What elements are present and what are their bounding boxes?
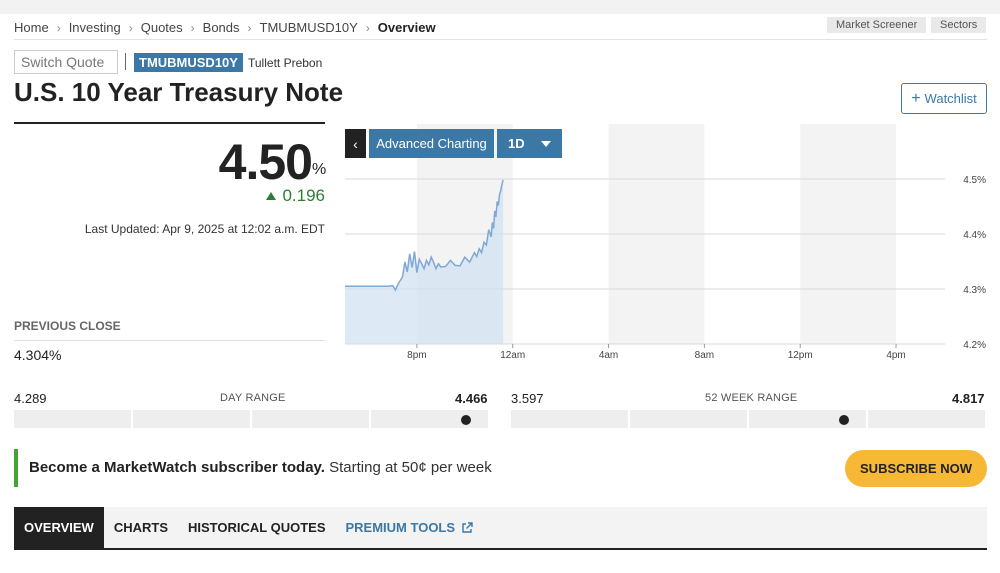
current-price: 4.50: [218, 134, 313, 190]
previous-close-label: PREVIOUS CLOSE: [14, 319, 121, 333]
day-range-high: 4.466: [455, 391, 488, 406]
divider: [14, 122, 325, 124]
price-chart[interactable]: 4.5% 4.4% 4.3% 4.2% 8pm 12am 4am 8am 12pm 4pm: [345, 124, 986, 364]
watchlist-label: Watchlist: [924, 91, 977, 106]
market-screener-link[interactable]: Market Screener: [827, 17, 927, 33]
tab-overview[interactable]: OVERVIEW: [14, 507, 104, 548]
tab-charts[interactable]: CHARTS: [104, 507, 178, 548]
divider: [14, 340, 325, 341]
interval-select[interactable]: 1D: [497, 129, 562, 158]
week52-range-low: 3.597: [511, 391, 544, 406]
day-range-label: DAY RANGE: [220, 392, 286, 404]
external-link-icon: [462, 521, 473, 533]
breadcrumb-home[interactable]: Home: [14, 20, 49, 35]
y-tick-label: 4.3%: [963, 285, 986, 296]
promo-subtext: Starting at 50¢ per week: [324, 459, 492, 476]
chevron-right-icon: ›: [56, 20, 61, 35]
sectors-link[interactable]: Sectors: [931, 17, 987, 33]
price-unit: %: [312, 161, 327, 178]
x-tick-label: 4pm: [886, 350, 905, 361]
interval-value: 1D: [508, 136, 525, 151]
price-change: 0.196: [266, 186, 325, 206]
y-tick-label: 4.4%: [963, 230, 986, 241]
breadcrumb-bonds[interactable]: Bonds: [203, 20, 240, 35]
chevron-right-icon: ›: [247, 20, 252, 35]
breadcrumb-quotes[interactable]: Quotes: [141, 20, 183, 35]
ticker-badge: TMUBMUSD10Y: [134, 53, 243, 72]
x-tick-label: 12am: [500, 350, 525, 361]
watchlist-button[interactable]: + Watchlist: [901, 83, 987, 114]
week52-range-label: 52 WEEK RANGE: [705, 392, 798, 404]
tab-premium-tools[interactable]: PREMIUM TOOLS: [336, 507, 484, 548]
divider: [125, 53, 126, 70]
data-source: Tullett Prebon: [248, 56, 323, 70]
chevron-left-icon[interactable]: ‹: [345, 129, 366, 158]
chevron-right-icon: ›: [365, 20, 370, 35]
promo-headline: Become a MarketWatch subscriber today.: [29, 459, 325, 476]
price-change-value: 0.196: [282, 186, 325, 205]
promo-accent: [14, 449, 18, 487]
tab-historical-quotes[interactable]: HISTORICAL QUOTES: [178, 507, 335, 548]
last-updated: Last Updated: Apr 9, 2025 at 12:02 a.m. …: [84, 222, 325, 236]
subscribe-button[interactable]: SUBSCRIBE NOW: [845, 450, 987, 487]
breadcrumb-investing[interactable]: Investing: [69, 20, 121, 35]
quote-tabs: OVERVIEW CHARTS HISTORICAL QUOTES PREMIU…: [14, 507, 987, 550]
x-tick-label: 8pm: [407, 350, 426, 361]
week52-range-high: 4.817: [952, 391, 985, 406]
caret-down-icon: [541, 141, 551, 147]
y-tick-label: 4.5%: [963, 175, 986, 186]
week52-range-bar: [511, 410, 987, 428]
promo-text: Become a MarketWatch subscriber today. S…: [29, 459, 492, 476]
divider: [14, 39, 987, 40]
switch-quote-input[interactable]: Switch Quote: [14, 50, 118, 74]
x-tick-label: 8am: [695, 350, 714, 361]
tab-premium-tools-label: PREMIUM TOOLS: [345, 520, 456, 535]
breadcrumb-current: Overview: [377, 20, 436, 35]
x-tick-label: 12pm: [788, 350, 813, 361]
breadcrumb: Home › Investing › Quotes › Bonds › TMUB…: [14, 20, 436, 35]
y-tick-label: 4.2%: [963, 340, 986, 351]
chevron-right-icon: ›: [190, 20, 195, 35]
day-range-low: 4.289: [14, 391, 47, 406]
previous-close-value: 4.304%: [14, 347, 62, 363]
page-title: U.S. 10 Year Treasury Note: [14, 77, 344, 107]
advanced-charting-button[interactable]: Advanced Charting: [369, 129, 494, 158]
top-bar: [0, 0, 1000, 14]
arrow-up-icon: [266, 192, 277, 200]
breadcrumb-ticker[interactable]: TMUBMUSD10Y: [260, 20, 358, 35]
day-range-bar: [14, 410, 490, 428]
x-tick-label: 4am: [599, 350, 618, 361]
chevron-right-icon: ›: [128, 20, 133, 35]
plus-icon: +: [911, 89, 921, 107]
